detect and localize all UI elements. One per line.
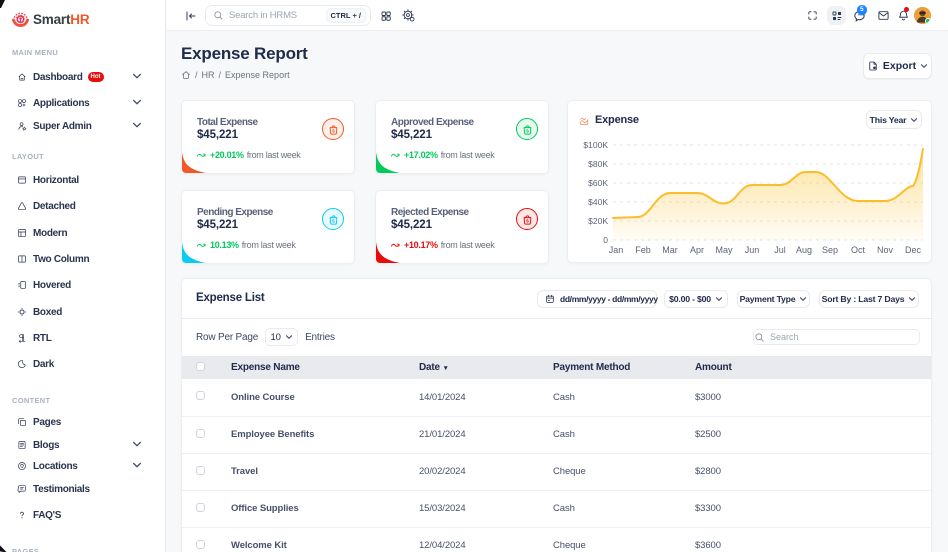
svg-text:$: $: [332, 128, 335, 134]
svg-text:$100K: $100K: [583, 140, 608, 150]
svg-text:$60K: $60K: [588, 178, 608, 188]
svg-text:Sep: Sep: [822, 245, 838, 255]
svg-text:$: $: [526, 218, 529, 224]
svg-text:$: $: [332, 218, 335, 224]
svg-text:Jun: Jun: [745, 245, 760, 255]
svg-text:May: May: [715, 245, 733, 255]
svg-text:Aug: Aug: [796, 245, 812, 255]
svg-text:$20K: $20K: [588, 216, 608, 226]
svg-text:Nov: Nov: [877, 245, 894, 255]
svg-text:$40K: $40K: [588, 197, 608, 207]
svg-text:$: $: [526, 128, 529, 134]
svg-text:Mar: Mar: [662, 245, 678, 255]
svg-text:Dec: Dec: [905, 245, 922, 255]
svg-text:Feb: Feb: [635, 245, 651, 255]
svg-text:Jul: Jul: [774, 245, 786, 255]
svg-text:Apr: Apr: [690, 245, 704, 255]
svg-text:Oct: Oct: [851, 245, 866, 255]
svg-text:$80K: $80K: [588, 159, 608, 169]
svg-text:0: 0: [603, 235, 608, 245]
svg-text:Jan: Jan: [609, 245, 624, 255]
